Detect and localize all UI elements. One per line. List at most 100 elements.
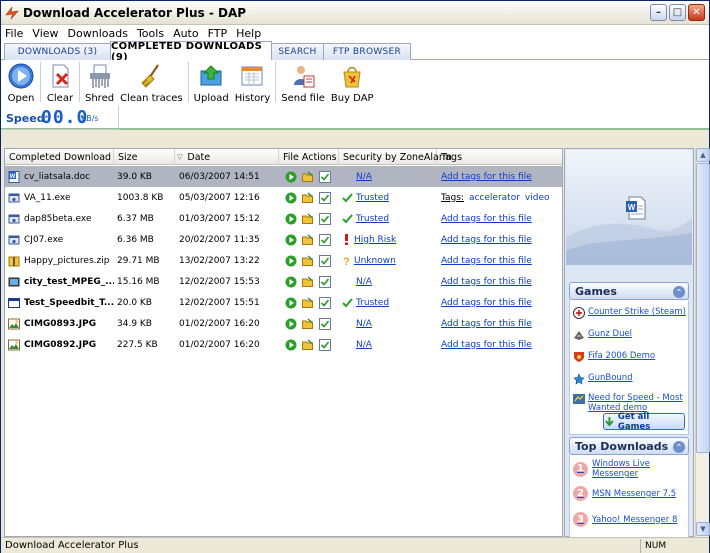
open-folder-icon[interactable] [302, 233, 314, 246]
top-download-link[interactable]: 1 Windows Live Messenger [573, 459, 689, 479]
tab-downloads[interactable]: DOWNLOADS (3) [4, 43, 111, 60]
maximize-button[interactable]: □ [669, 4, 686, 21]
run-file-icon[interactable] [285, 192, 297, 204]
open-folder-icon[interactable] [302, 338, 314, 351]
tab-completed-downloads[interactable]: COMPLETED DOWNLOADS (9) [110, 41, 272, 63]
clean-traces-button[interactable]: Clean traces [117, 60, 186, 105]
security-status-link[interactable]: N/A [356, 172, 372, 182]
open-folder-icon[interactable] [302, 254, 314, 267]
add-tags-link[interactable]: Add tags for this file [441, 298, 532, 308]
scroll-thumb[interactable] [696, 163, 710, 453]
security-status-link[interactable]: Unknown [354, 256, 396, 266]
open-folder-icon[interactable] [302, 170, 314, 183]
scroll-up-icon[interactable]: ▲ [696, 148, 710, 162]
collapse-icon[interactable]: ⌃ [673, 441, 685, 453]
download-row[interactable]: CIMG0893.JPG 34.9 KB 01/02/2007 16:20 N/A Ad… [5, 313, 562, 334]
security-status-link[interactable]: N/A [356, 319, 372, 329]
download-row[interactable]: Happy_pictures.zip 29.71 MB 13/02/2007 13:… [5, 250, 562, 271]
scroll-down-icon[interactable]: ▼ [696, 522, 710, 536]
run-file-icon[interactable] [285, 234, 297, 246]
run-file-icon[interactable] [285, 171, 297, 183]
menu-help[interactable]: Help [236, 27, 261, 40]
col-security[interactable]: Security by ZoneAlarm [339, 149, 452, 165]
scan-file-icon[interactable] [319, 191, 331, 204]
menu-auto[interactable]: Auto [173, 27, 199, 40]
menu-view[interactable]: View [32, 27, 58, 40]
add-tags-link[interactable]: Add tags for this file [441, 172, 532, 182]
scan-file-icon[interactable] [319, 338, 331, 351]
security-status-link[interactable]: N/A [356, 277, 372, 287]
game-link[interactable]: GunBound [573, 373, 633, 385]
add-tags-link[interactable]: Add tags for this file [441, 319, 532, 329]
history-button[interactable]: History [232, 60, 274, 105]
scan-file-icon[interactable] [319, 212, 331, 225]
download-row[interactable]: Wcv_liatsala.doc 39.0 KB 06/03/2007 14:51 N… [5, 166, 562, 187]
sidebar-scrollbar[interactable]: ▲ ▼ [695, 148, 710, 537]
top-download-link[interactable]: 3 Yahoo! Messenger 8 [573, 512, 677, 527]
download-row[interactable]: CJ07.exe 6.36 MB 20/02/2007 11:35 High Risk… [5, 229, 562, 250]
run-file-icon[interactable] [285, 255, 297, 267]
tag-value[interactable]: accelerator [469, 193, 520, 203]
run-file-icon[interactable] [285, 213, 297, 225]
scan-file-icon[interactable] [319, 170, 331, 183]
col-date[interactable]: ▽ Date [175, 149, 279, 165]
buy-dap-button[interactable]: Buy DAP [328, 60, 377, 105]
send-file-button[interactable]: Send file [278, 60, 328, 105]
run-file-icon[interactable] [285, 318, 297, 330]
add-tags-link[interactable]: Add tags for this file [441, 256, 532, 266]
close-button[interactable]: ✕ [688, 4, 705, 21]
download-row[interactable]: dap85beta.exe 6.37 MB 01/03/2007 15:12 Trus… [5, 208, 562, 229]
run-file-icon[interactable] [285, 339, 297, 351]
tag-value[interactable]: video [525, 193, 550, 203]
add-tags-link[interactable]: Add tags for this file [441, 235, 532, 245]
add-tags-link[interactable]: Add tags for this file [441, 277, 532, 287]
download-row[interactable]: city_test_MPEG_... 15.16 MB 12/02/2007 15:… [5, 271, 562, 292]
security-status-link[interactable]: Trusted [356, 193, 389, 203]
minimize-button[interactable]: – [650, 4, 667, 21]
tab-search[interactable]: SEARCH [271, 43, 324, 60]
scan-file-icon[interactable] [319, 317, 331, 330]
scan-file-icon[interactable] [319, 296, 331, 309]
security-status-link[interactable]: N/A [356, 340, 372, 350]
menu-downloads[interactable]: Downloads [68, 27, 128, 40]
download-row[interactable]: Test_Speedbit_T... 20.0 KB 12/02/2007 15:5… [5, 292, 562, 313]
top-download-link[interactable]: 2 MSN Messenger 7.5 [573, 486, 676, 501]
col-size[interactable]: Size [114, 149, 175, 165]
download-row[interactable]: CIMG0892.JPG 227.5 KB 01/02/2007 16:20 N/A A… [5, 334, 562, 355]
run-file-icon[interactable] [285, 297, 297, 309]
add-tags-link[interactable]: Add tags for this file [441, 340, 532, 350]
open-folder-icon[interactable] [302, 275, 314, 288]
open-folder-icon[interactable] [302, 191, 314, 204]
shred-button[interactable]: Shred [82, 60, 117, 105]
title-bar[interactable]: Download Accelerator Plus - DAP – □ ✕ [1, 1, 709, 25]
menu-ftp[interactable]: FTP [208, 27, 228, 40]
open-folder-icon[interactable] [302, 212, 314, 225]
col-completed-download[interactable]: Completed Download [5, 149, 114, 165]
scan-file-icon[interactable] [319, 233, 331, 246]
top-downloads-header[interactable]: Top Downloads ⌃ [569, 437, 689, 455]
add-tags-link[interactable]: Add tags for this file [441, 214, 532, 224]
security-status-link[interactable]: Trusted [356, 214, 389, 224]
run-file-icon[interactable] [285, 276, 297, 288]
security-status-link[interactable]: High Risk [354, 235, 396, 245]
get-all-games-button[interactable]: Get all Games [603, 412, 685, 432]
security-status-link[interactable]: Trusted [356, 298, 389, 308]
game-link[interactable]: Fifa 2006 Demo [573, 351, 655, 363]
clear-button[interactable]: Clear [43, 60, 77, 105]
collapse-icon[interactable]: ⌃ [673, 286, 685, 298]
open-button[interactable]: Open [4, 60, 38, 105]
menu-file[interactable]: File [5, 27, 23, 40]
col-file-actions[interactable]: File Actions [279, 149, 339, 165]
tab-ftp-browser[interactable]: FTP BROWSER [323, 43, 411, 60]
open-folder-icon[interactable] [302, 317, 314, 330]
open-folder-icon[interactable] [302, 296, 314, 309]
scan-file-icon[interactable] [319, 254, 331, 267]
game-link[interactable]: Need for Speed - Most Wanted demo [573, 393, 689, 413]
games-panel-header[interactable]: Games ⌃ [569, 282, 689, 300]
game-link[interactable]: Counter Strike (Steam) [573, 307, 686, 319]
col-tags[interactable]: Tags [437, 149, 562, 165]
menu-tools[interactable]: Tools [137, 27, 164, 40]
upload-button[interactable]: Upload [191, 60, 232, 105]
scan-file-icon[interactable] [319, 275, 331, 288]
game-link[interactable]: Gunz Duel [573, 329, 632, 341]
